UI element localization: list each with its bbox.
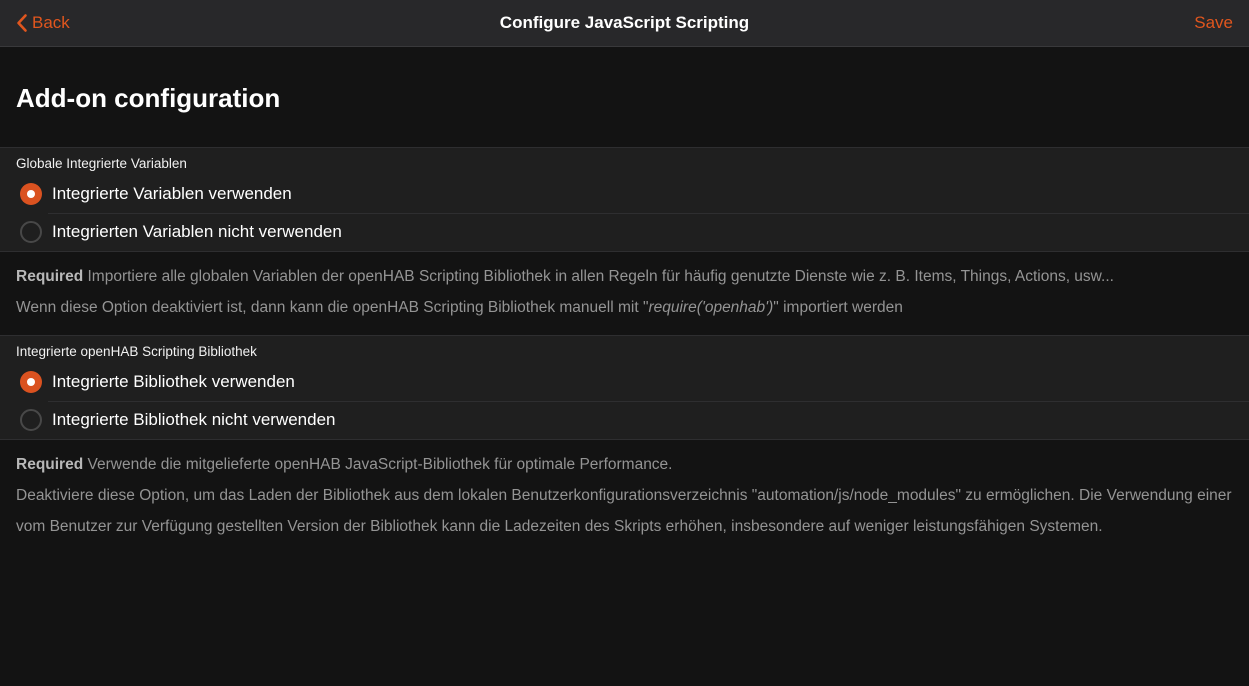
- section-heading: Add-on configuration: [16, 83, 1233, 113]
- radio-option-label: Integrierte Bibliothek verwenden: [52, 372, 295, 392]
- radio-selected-icon: [20, 183, 42, 205]
- back-button[interactable]: Back: [16, 13, 70, 33]
- radio-selected-icon: [20, 371, 42, 393]
- radio-option-label: Integrierte Bibliothek nicht verwenden: [52, 410, 336, 430]
- radio-option-use-builtin-library[interactable]: Integrierte Bibliothek verwenden: [0, 363, 1249, 401]
- radio-option-no-builtin-variables[interactable]: Integrierten Variablen nicht verwenden: [0, 213, 1249, 251]
- setting-description-builtin-variables: Required Importiere alle globalen Variab…: [16, 261, 1233, 323]
- save-button[interactable]: Save: [1194, 13, 1233, 33]
- description-text: Importiere alle globalen Variablen der o…: [88, 268, 1114, 285]
- description-text: Wenn diese Option deaktiviert ist, dann …: [16, 299, 648, 316]
- radio-option-no-builtin-library[interactable]: Integrierte Bibliothek nicht verwenden: [0, 401, 1249, 439]
- required-badge: Required: [16, 456, 83, 473]
- description-text: Verwende die mitgelieferte openHAB JavaS…: [88, 456, 673, 473]
- setting-group-label: Globale Integrierte Variablen: [0, 155, 1249, 172]
- page-title: Configure JavaScript Scripting: [0, 13, 1249, 33]
- radio-unselected-icon: [20, 409, 42, 431]
- radio-option-label: Integrierten Variablen nicht verwenden: [52, 222, 342, 242]
- radio-unselected-icon: [20, 221, 42, 243]
- setting-group-builtin-library: Integrierte openHAB Scripting Bibliothek…: [0, 335, 1249, 440]
- description-text: Deaktiviere diese Option, um das Laden d…: [16, 487, 1232, 535]
- description-code: require('openhab'): [648, 299, 773, 316]
- required-badge: Required: [16, 268, 83, 285]
- back-button-label: Back: [32, 13, 70, 33]
- setting-group-label: Integrierte openHAB Scripting Bibliothek: [0, 343, 1249, 360]
- setting-description-builtin-library: Required Verwende die mitgelieferte open…: [16, 449, 1233, 542]
- description-text: " importiert werden: [773, 299, 903, 316]
- radio-option-label: Integrierte Variablen verwenden: [52, 184, 292, 204]
- setting-group-builtin-variables: Globale Integrierte Variablen Integriert…: [0, 147, 1249, 252]
- navbar: Back Configure JavaScript Scripting Save: [0, 0, 1249, 47]
- radio-option-use-builtin-variables[interactable]: Integrierte Variablen verwenden: [0, 175, 1249, 213]
- chevron-left-icon: [16, 13, 28, 33]
